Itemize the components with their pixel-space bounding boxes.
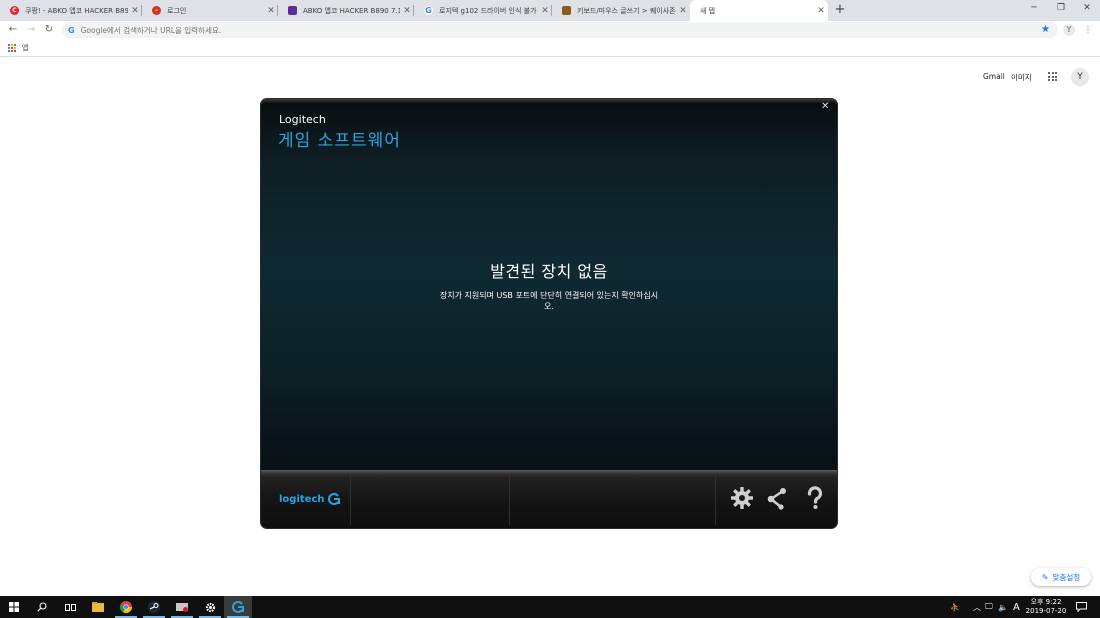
tab-quasarzone[interactable]: 키보드/마우스 글쓰기 > 퀘이사존 ✕ [552, 0, 690, 21]
tab-title: 새 탭 [700, 6, 716, 15]
tab-abko[interactable]: ABKO 앱코 HACKER B890 7.1 버츄얼 ✕ [278, 0, 414, 21]
tab-strip: C 쿠팡! - ABKO 앱코 HACKER B890 7.1 버 ✕ – 로그… [0, 0, 1100, 21]
clock-date: 2019-07-20 [1025, 607, 1067, 615]
settings-icon[interactable] [196, 596, 224, 618]
mail-app-icon[interactable] [168, 596, 196, 618]
close-icon[interactable]: ✕ [676, 6, 690, 16]
menu-kebab-icon[interactable]: ⋮ [1082, 24, 1094, 36]
toolbar-divider [350, 475, 351, 525]
pencil-icon: ✎ [1041, 572, 1049, 582]
tab-coupang[interactable]: C 쿠팡! - ABKO 앱코 HACKER B890 7.1 버 ✕ [0, 0, 142, 21]
apps-grid-icon [8, 43, 17, 53]
notification-icon[interactable] [1076, 596, 1087, 618]
close-icon[interactable]: ✕ [814, 6, 828, 16]
chevron-up-icon[interactable]: ︿ [973, 596, 981, 618]
close-icon[interactable]: ✕ [264, 6, 278, 16]
minimize-icon[interactable]: ─ [1021, 0, 1047, 18]
windows-start-icon[interactable] [0, 596, 28, 618]
close-window-icon[interactable]: ✕ [1074, 0, 1100, 18]
no-device-message: 장치가 지원되며 USB 포트에 단단히 연결되어 있는지 확인하십시 오. [399, 290, 699, 312]
people-icon[interactable]: ⛹ [950, 596, 960, 618]
tab-title: 로지텍 g102 드라이버 인식 불가 - G [439, 6, 538, 15]
stop-icon: – [152, 6, 161, 15]
profile-avatar[interactable]: Y [1063, 24, 1075, 36]
address-bar[interactable]: G ★ [62, 22, 1058, 38]
tab-title: 로그인 [167, 6, 187, 15]
logitech-g-taskbar-icon[interactable] [224, 596, 252, 618]
close-icon[interactable]: ✕ [400, 6, 414, 16]
ime-indicator[interactable]: A [1013, 596, 1020, 618]
bookmark-star-icon[interactable]: ★ [1041, 24, 1050, 35]
toolbar-divider [715, 475, 716, 525]
network-icon[interactable]: 🖵 [985, 596, 993, 618]
task-view-icon[interactable] [56, 596, 84, 618]
steam-icon[interactable] [140, 596, 168, 618]
chrome-icon[interactable] [112, 596, 140, 618]
volume-icon[interactable]: 🔈 [998, 596, 1008, 618]
tab-google-search[interactable]: G 로지텍 g102 드라이버 인식 불가 - G ✕ [414, 0, 552, 21]
restore-icon[interactable]: ❐ [1048, 0, 1074, 18]
apps-shortcut[interactable]: 앱 [8, 43, 28, 53]
new-tab-button[interactable]: + [832, 2, 848, 18]
no-device-title: 발견된 장치 없음 [490, 262, 608, 281]
google-icon: G [424, 6, 433, 15]
reload-icon[interactable]: ↻ [42, 23, 56, 37]
share-icon[interactable] [766, 486, 790, 510]
message-line-2: 오. [544, 302, 554, 311]
logitech-g-icon [327, 493, 340, 505]
close-icon[interactable]: ✕ [538, 6, 552, 16]
tab-title: ABKO 앱코 HACKER B890 7.1 버츄얼 [303, 6, 400, 15]
back-icon[interactable]: ← [6, 23, 20, 37]
tab-new[interactable]: 새 탭 ✕ [690, 0, 828, 21]
bookmarks-bar: 앱 [0, 39, 1100, 57]
customize-label: 맞춤설정 [1052, 572, 1081, 582]
close-icon[interactable]: ✕ [821, 101, 829, 112]
account-avatar[interactable]: Y [1071, 68, 1089, 86]
search-icon[interactable] [28, 596, 56, 618]
tab-title: 키보드/마우스 글쓰기 > 퀘이사존 [577, 6, 676, 15]
forward-icon[interactable]: → [24, 23, 38, 37]
product-title: 게임 소프트웨어 [278, 131, 401, 151]
windows-taskbar: ⛹ ︿ 🖵 🔈 A 오후 9:22 2019-07-20 [0, 596, 1100, 618]
taskbar-clock[interactable]: 오후 9:22 2019-07-20 [1023, 598, 1069, 616]
coupang-icon: C [10, 6, 19, 15]
window-top-edge [261, 99, 837, 103]
google-icon: G [68, 25, 75, 35]
gmail-link[interactable]: Gmail [983, 72, 1005, 81]
google-apps-icon[interactable] [1048, 72, 1058, 82]
logitech-logo: logitech [279, 493, 340, 505]
tab-title: 쿠팡! - ABKO 앱코 HACKER B890 7.1 버 [25, 6, 128, 15]
file-explorer-icon[interactable] [84, 596, 112, 618]
bottom-toolbar: logitech [261, 470, 837, 528]
settings-gear-icon[interactable] [730, 486, 754, 510]
images-link[interactable]: 이미지 [1011, 72, 1032, 83]
browser-toolbar: ← → ↻ G ★ Y ⋮ [0, 21, 1100, 39]
quasarzone-icon [562, 6, 571, 15]
tab-login[interactable]: – 로그인 ✕ [142, 0, 278, 21]
logitech-gaming-software-window: ✕ Logitech 게임 소프트웨어 발견된 장치 없음 장치가 지원되며 U… [261, 99, 837, 528]
help-icon[interactable] [803, 486, 827, 510]
address-input[interactable] [80, 25, 981, 35]
brand-title: Logitech [279, 113, 326, 126]
message-line-1: 장치가 지원되며 USB 포트에 단단히 연결되어 있는지 확인하십시 [439, 291, 659, 300]
apps-label: 앱 [22, 44, 29, 52]
logo-wordmark: logitech [279, 493, 325, 505]
toolbar-divider [509, 475, 510, 525]
customize-button[interactable]: ✎ 맞춤설정 [1031, 568, 1091, 586]
clock-time: 오후 9:22 [1030, 598, 1062, 606]
shop-icon [288, 6, 297, 15]
close-icon[interactable]: ✕ [128, 6, 142, 16]
